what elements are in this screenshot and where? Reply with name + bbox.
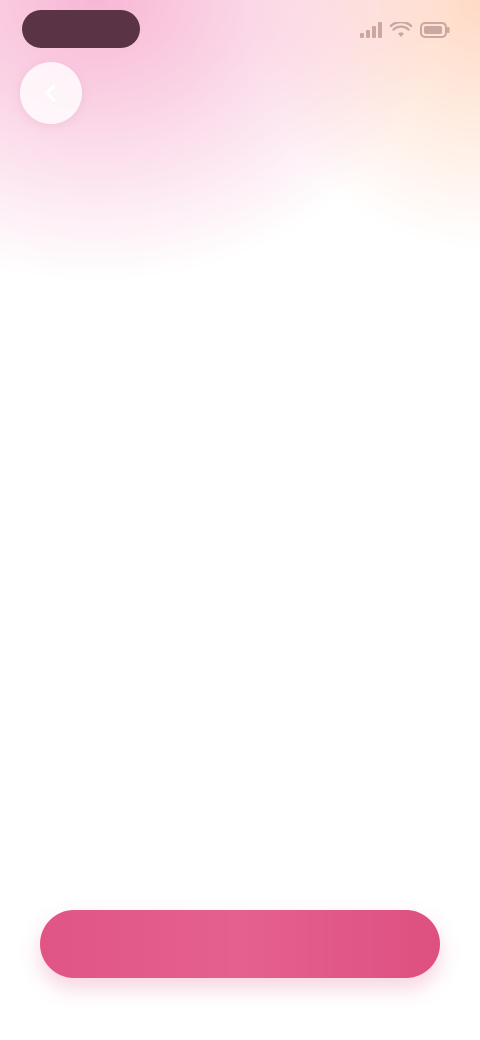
background-gradient [0,0,480,1040]
chevron-left-icon [45,84,56,102]
battery-icon [420,22,450,38]
status-bar [0,0,480,64]
status-icons [360,18,450,42]
signal-icon [360,22,382,38]
app-screen [0,0,480,1040]
status-time-pill [22,10,140,48]
main-content [0,410,480,430]
primary-cta-button[interactable] [40,910,440,978]
back-button[interactable] [20,62,82,124]
wifi-icon [390,22,412,37]
